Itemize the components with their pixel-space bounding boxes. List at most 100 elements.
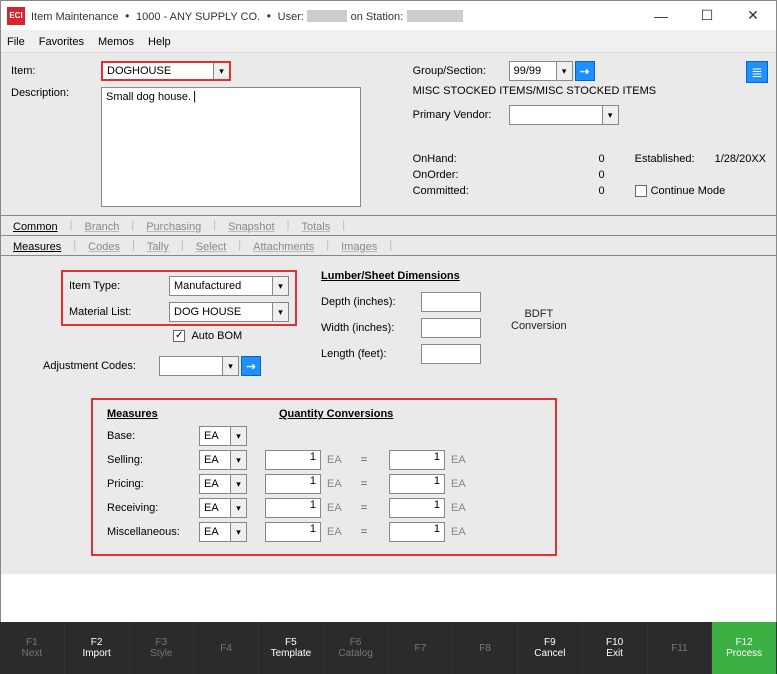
description-textarea[interactable]: Small dog house.| <box>101 87 361 207</box>
item-type-select[interactable]: Manufactured <box>169 276 289 296</box>
fkey-f3[interactable]: F3Style <box>130 622 195 674</box>
fkey-f8[interactable]: F8 <box>453 622 518 674</box>
pricing-select[interactable]: EA <box>199 474 247 494</box>
menu-help[interactable]: Help <box>148 36 171 48</box>
measures-box: Measures Quantity Conversions Base: EA S… <box>91 398 557 556</box>
selling-select[interactable]: EA <box>199 450 247 470</box>
material-list-select[interactable]: DOG HOUSE <box>169 302 289 322</box>
group-lookup-button[interactable]: ⇢ <box>575 61 595 81</box>
base-label: Base: <box>107 430 199 442</box>
tab-attachments[interactable]: Attachments <box>251 239 316 255</box>
selling-qty2[interactable]: 1 <box>389 450 445 470</box>
pricing-qty2[interactable]: 1 <box>389 474 445 494</box>
receiving-select[interactable]: EA <box>199 498 247 518</box>
misc-select[interactable]: EA <box>199 522 247 542</box>
tab-purchasing[interactable]: Purchasing <box>144 219 203 235</box>
unit-label: EA <box>327 502 351 514</box>
misc-qty2[interactable]: 1 <box>389 522 445 542</box>
tab-branch[interactable]: Branch <box>82 219 121 235</box>
chevron-down-icon <box>213 63 229 79</box>
menu-file[interactable]: File <box>7 36 25 48</box>
material-list-label: Material List: <box>69 306 169 318</box>
fkey-f2[interactable]: F2Import <box>65 622 130 674</box>
equals-label: = <box>357 502 371 514</box>
unit-label: EA <box>451 454 475 466</box>
menu-favorites[interactable]: Favorites <box>39 36 84 48</box>
fkey-f5[interactable]: F5Template <box>259 622 324 674</box>
top-panel: ≣ Item: DOGHOUSE Description: Small dog … <box>1 53 776 215</box>
tab-common[interactable]: Common <box>11 219 60 235</box>
primary-vendor-select[interactable] <box>509 105 619 125</box>
unit-label: EA <box>327 526 351 538</box>
fkey-f12[interactable]: F12Process <box>712 622 777 674</box>
minimize-button[interactable]: — <box>638 1 684 30</box>
maximize-button[interactable]: ☐ <box>684 1 730 30</box>
close-button[interactable]: ✕ <box>730 1 776 30</box>
primary-tabs: Common| Branch| Purchasing| Snapshot| To… <box>1 215 776 236</box>
tab-tally[interactable]: Tally <box>145 239 171 255</box>
app-logo-icon: ECI <box>7 7 25 25</box>
group-section-label: Group/Section: <box>413 65 509 77</box>
length-label: Length (feet): <box>321 348 421 360</box>
secondary-tabs: Measures| Codes| Tally| Select| Attachme… <box>1 236 776 256</box>
receiving-label: Receiving: <box>107 502 199 514</box>
fkey-f1[interactable]: F1Next <box>0 622 65 674</box>
lumber-title: Lumber/Sheet Dimensions <box>321 270 481 282</box>
receiving-qty2[interactable]: 1 <box>389 498 445 518</box>
measures-header: Measures <box>107 408 235 420</box>
auto-bom-label: Auto BOM <box>191 330 242 342</box>
unit-label: EA <box>327 478 351 490</box>
fkey-f11[interactable]: F11 <box>648 622 713 674</box>
base-select[interactable]: EA <box>199 426 247 446</box>
titlebar: ECI Item Maintenance • 1000 - ANY SUPPLY… <box>1 1 776 31</box>
unit-label: EA <box>451 526 475 538</box>
tab-select[interactable]: Select <box>194 239 229 255</box>
tab-snapshot[interactable]: Snapshot <box>226 219 276 235</box>
equals-label: = <box>357 526 371 538</box>
chevron-down-icon <box>230 427 246 445</box>
unit-label: EA <box>451 478 475 490</box>
depth-input[interactable] <box>421 292 481 312</box>
panel-menu-icon[interactable]: ≣ <box>746 61 768 83</box>
tab-totals[interactable]: Totals <box>299 219 332 235</box>
established-label: Established: <box>635 153 715 165</box>
fkey-f4[interactable]: F4 <box>194 622 259 674</box>
chevron-down-icon <box>602 106 618 124</box>
function-key-bar: F1NextF2ImportF3StyleF4F5TemplateF6Catal… <box>0 622 777 674</box>
adjustment-lookup-button[interactable]: ⇢ <box>241 356 261 376</box>
auto-bom-checkbox[interactable] <box>173 330 185 342</box>
chevron-down-icon <box>272 303 288 321</box>
unit-label: EA <box>451 502 475 514</box>
chevron-down-icon <box>230 523 246 541</box>
continue-mode-checkbox[interactable] <box>635 185 647 197</box>
receiving-qty1[interactable]: 1 <box>265 498 321 518</box>
depth-label: Depth (inches): <box>321 296 421 308</box>
committed-value: 0 <box>509 185 605 197</box>
length-input[interactable] <box>421 344 481 364</box>
committed-label: Committed: <box>413 185 509 197</box>
fkey-f9[interactable]: F9Cancel <box>518 622 583 674</box>
form-area: Item Type: Manufactured Material List: D… <box>1 256 776 574</box>
fkey-f10[interactable]: F10Exit <box>583 622 648 674</box>
tab-measures[interactable]: Measures <box>11 239 63 255</box>
fkey-f6[interactable]: F6Catalog <box>324 622 389 674</box>
tab-codes[interactable]: Codes <box>86 239 122 255</box>
section-text: MISC STOCKED ITEMS/MISC STOCKED ITEMS <box>413 85 766 97</box>
group-section-select[interactable]: 99/99 <box>509 61 573 81</box>
onorder-label: OnOrder: <box>413 169 509 181</box>
selling-qty1[interactable]: 1 <box>265 450 321 470</box>
pricing-qty1[interactable]: 1 <box>265 474 321 494</box>
adjustment-codes-select[interactable] <box>159 356 239 376</box>
bdft-conversion-label: BDFTConversion <box>511 308 567 332</box>
tab-images[interactable]: Images <box>339 239 379 255</box>
menu-memos[interactable]: Memos <box>98 36 134 48</box>
chevron-down-icon <box>556 62 572 80</box>
fkey-f7[interactable]: F7 <box>389 622 454 674</box>
unit-label: EA <box>327 454 351 466</box>
misc-label: Miscellaneous: <box>107 526 199 538</box>
equals-label: = <box>357 478 371 490</box>
width-input[interactable] <box>421 318 481 338</box>
qty-conversions-header: Quantity Conversions <box>279 408 393 420</box>
item-select[interactable]: DOGHOUSE <box>101 61 231 81</box>
misc-qty1[interactable]: 1 <box>265 522 321 542</box>
